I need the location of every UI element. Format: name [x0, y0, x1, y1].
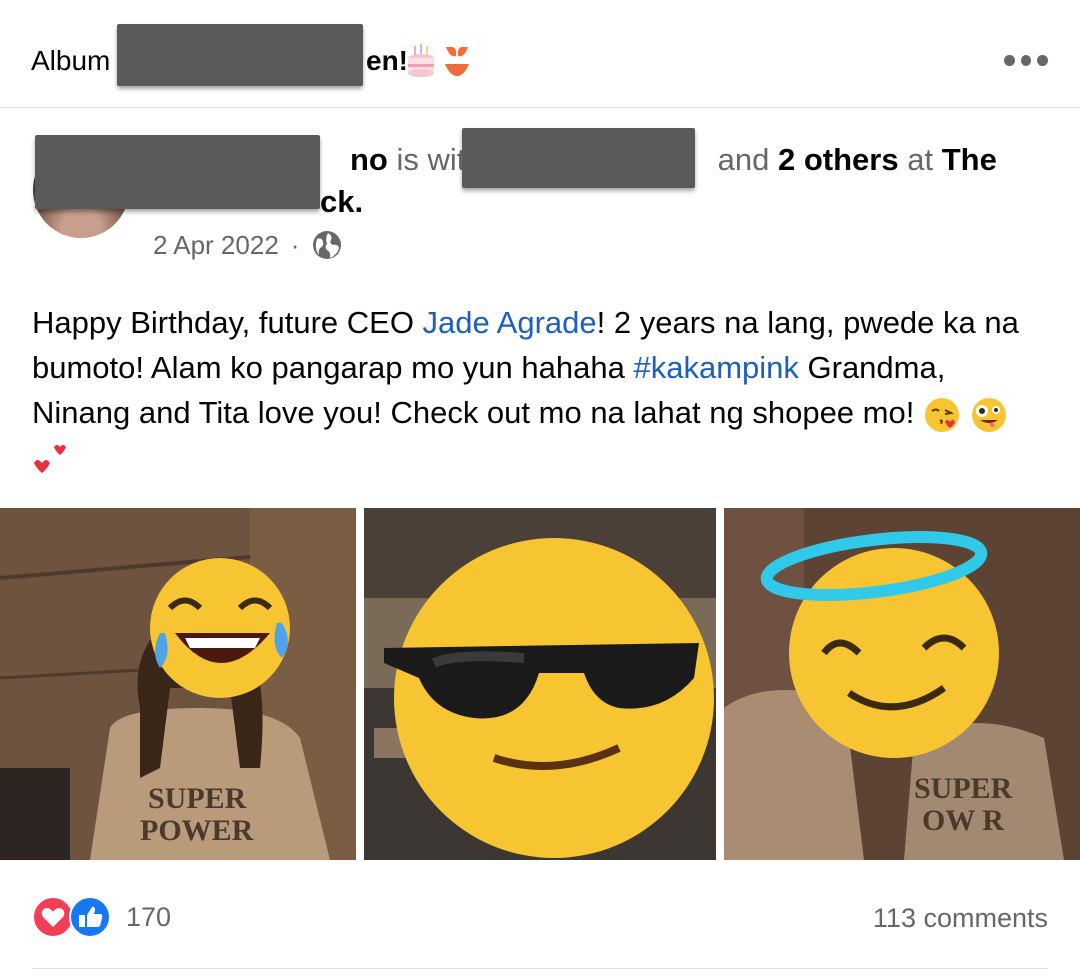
- globe-icon: [313, 231, 342, 259]
- hashtag-link[interactable]: #kakampink: [633, 350, 798, 385]
- redacted-block: [462, 128, 695, 188]
- reactions-summary[interactable]: 170: [32, 896, 171, 938]
- shirt-text: SUPER: [148, 782, 247, 815]
- post-meta: 2 Apr 2022 ·: [153, 229, 343, 261]
- others-link[interactable]: 2 others: [778, 142, 899, 177]
- cake-icon: [408, 44, 434, 77]
- love-icon: [32, 896, 74, 938]
- reaction-icons: [32, 896, 111, 938]
- post-author-line: no is wit and 2 others at The: [350, 142, 997, 177]
- comments-count-link[interactable]: 113 comments: [873, 903, 1048, 934]
- redacted-block: [35, 135, 320, 209]
- divider: [32, 968, 1048, 969]
- photo-1[interactable]: SUPER POWER: [0, 508, 356, 860]
- like-icon: [69, 896, 111, 938]
- shirt-text: SUPER: [914, 772, 1013, 805]
- post-date[interactable]: 2 Apr 2022: [153, 230, 279, 261]
- album-header: Album en!: [0, 0, 1080, 108]
- svg-text:OW R: OW R: [922, 804, 1004, 837]
- photo-3[interactable]: SUPER OW R: [724, 508, 1080, 860]
- reaction-count[interactable]: 170: [126, 902, 171, 933]
- bikini-icon: [445, 47, 469, 76]
- kissing-heart-emoji: [924, 397, 959, 432]
- more-options-icon[interactable]: [1004, 55, 1049, 69]
- two-hearts-emoji: [34, 444, 66, 473]
- place-link-end[interactable]: ck.: [320, 184, 363, 219]
- author-name[interactable]: no: [350, 142, 388, 177]
- mention-link[interactable]: Jade Agrade: [423, 305, 597, 340]
- album-title-prefix[interactable]: Album: [31, 45, 110, 77]
- place-link[interactable]: The: [942, 142, 997, 177]
- laughing-tears-emoji: [150, 558, 290, 698]
- place-line: ck.: [320, 181, 363, 223]
- redacted-block: [117, 24, 363, 86]
- zany-face-emoji: [971, 397, 1006, 432]
- album-title-suffix[interactable]: en!: [366, 45, 408, 77]
- svg-text:POWER: POWER: [140, 814, 254, 847]
- post-body: Happy Birthday, future CEO Jade Agrade! …: [32, 300, 1052, 480]
- photo-2[interactable]: [364, 508, 716, 860]
